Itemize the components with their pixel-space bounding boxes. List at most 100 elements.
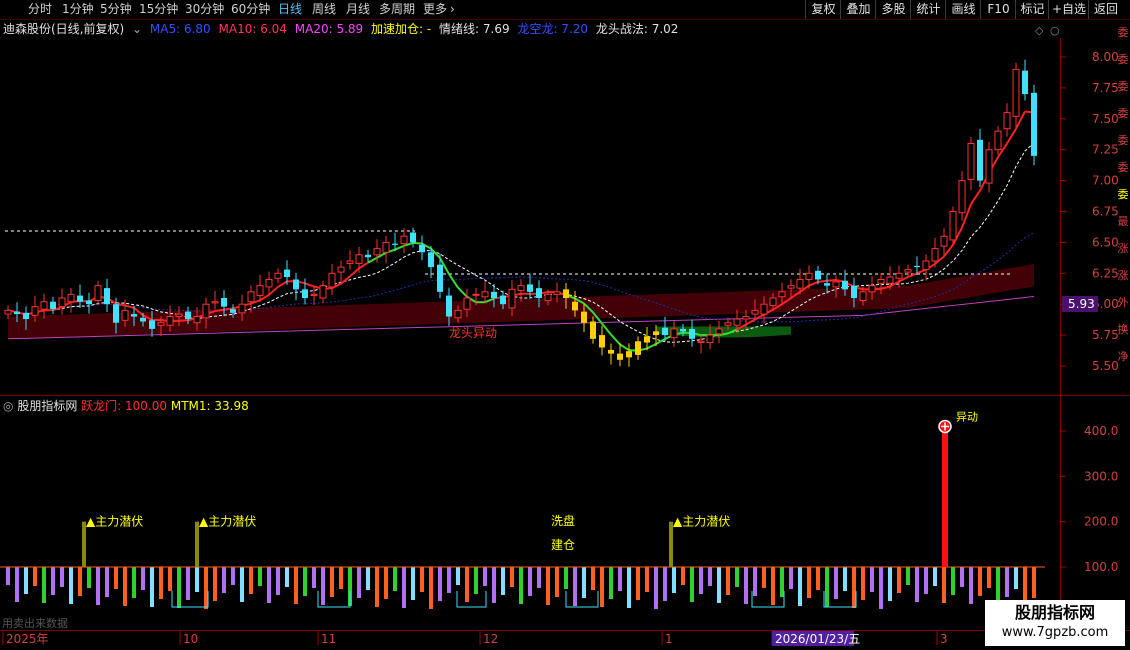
side-tab-char[interactable]: 换	[1116, 323, 1130, 336]
candle-body	[931, 248, 939, 262]
indicator-bar	[924, 567, 928, 594]
indicator-bar	[618, 567, 622, 591]
indicator-bar	[699, 567, 703, 594]
side-tab-char[interactable]: 最	[1116, 215, 1130, 228]
watermark-url: www.7gpzb.com	[1001, 625, 1109, 640]
price-tick-label: 6.50	[1092, 235, 1119, 249]
candle-body	[437, 264, 443, 292]
indicator-bar	[582, 567, 586, 598]
collapse-icon[interactable]: ⌄	[132, 22, 142, 36]
indicator-bar	[870, 567, 874, 592]
candle-body	[230, 309, 236, 313]
candle-body	[572, 301, 578, 311]
indicator-bar	[879, 567, 883, 609]
candle-body	[193, 316, 201, 324]
indicator-bar	[51, 567, 55, 595]
candle-body	[373, 248, 381, 256]
accel-value: 加速加仓: -	[371, 22, 432, 36]
price-tick-label: 6.25	[1092, 266, 1119, 280]
candle-body	[1022, 70, 1028, 95]
side-tab-char[interactable]: 委	[1116, 107, 1130, 120]
circle-icon[interactable]: ○	[1050, 24, 1060, 37]
candle-body	[400, 235, 408, 245]
ma5-segment	[916, 268, 927, 275]
kline-chart[interactable]: 8.007.757.507.257.006.756.506.256.005.75…	[0, 0, 1130, 650]
settings-circle-icon[interactable]: ◎	[3, 399, 13, 413]
indicator-bar	[249, 567, 253, 594]
indicator-bar	[861, 567, 865, 600]
indicator-bar	[1032, 567, 1036, 598]
ma5-segment	[754, 313, 765, 321]
candle-body	[680, 328, 686, 332]
indicator-title[interactable]: 股朋指标网	[17, 399, 77, 413]
price-tick-label: 5.50	[1092, 359, 1119, 373]
candle-body	[274, 272, 282, 279]
candle-body	[662, 327, 668, 336]
indicator-bar	[951, 567, 955, 595]
diamond-icon[interactable]: ◇	[1035, 24, 1044, 37]
side-tab-char[interactable]: 外	[1116, 296, 1130, 309]
ma5-segment	[970, 189, 981, 205]
side-tab-char[interactable]: 涨	[1116, 242, 1130, 255]
side-tab-char[interactable]: 委	[1116, 134, 1130, 147]
indicator-bar	[231, 567, 235, 585]
candle-body	[563, 289, 569, 299]
indicator-bar	[366, 567, 370, 590]
ma5-segment	[610, 333, 621, 346]
indicator-bar	[636, 567, 640, 600]
indicator-tick-label: 100.0	[1084, 560, 1118, 574]
candle-body	[355, 254, 363, 264]
indicator-bar	[258, 567, 262, 586]
candle-body	[419, 244, 425, 253]
indicator-bar	[204, 567, 208, 609]
candle-body	[140, 317, 146, 322]
indicator-bar	[681, 567, 685, 585]
stock-title: 迪森股份(日线,前复权)	[3, 22, 125, 36]
indicator-bar	[888, 567, 892, 601]
candle-body	[626, 351, 632, 358]
candle-body	[185, 311, 191, 320]
candle-body	[689, 328, 695, 339]
indicator-bar	[573, 567, 577, 606]
candle-body	[536, 288, 542, 299]
indicator-bar	[330, 567, 334, 597]
candle-body	[4, 309, 12, 315]
candle-body	[653, 331, 659, 336]
indicator-bar	[285, 567, 289, 587]
candle-body	[590, 321, 596, 339]
spike-label: 异动	[956, 410, 978, 423]
candle-body	[392, 243, 398, 245]
candle-body	[508, 288, 516, 309]
candle-body	[868, 285, 876, 293]
candle-body	[337, 266, 345, 273]
side-tab-char[interactable]: 委	[1116, 53, 1130, 66]
side-tab-char[interactable]: 净	[1116, 350, 1130, 363]
candle-body	[517, 285, 525, 292]
indicator-bar	[510, 567, 514, 587]
date-label: 12	[483, 632, 498, 646]
candle-body	[760, 303, 768, 315]
main-indicator-header: 迪森股份(日线,前复权) ⌄ MA5: 6.80 MA10: 6.04 MA20…	[0, 21, 682, 37]
candle-body	[724, 322, 732, 326]
candle-body	[994, 130, 1002, 151]
candle-body	[131, 314, 137, 317]
candle-body	[31, 306, 39, 316]
candle-body	[977, 139, 983, 181]
ma20-value: MA20: 5.89	[294, 22, 364, 36]
side-tab-char[interactable]: 涨	[1116, 269, 1130, 282]
indicator-bar	[762, 567, 766, 588]
current-price-label: 5.93	[1068, 297, 1095, 311]
main-price-axis: 8.007.757.507.257.006.756.506.256.005.75…	[1060, 50, 1119, 373]
price-tick-label: 7.25	[1092, 143, 1119, 157]
side-tab-char[interactable]: 委	[1116, 161, 1130, 174]
side-tab-char[interactable]: 委	[1116, 26, 1130, 39]
candle-body	[175, 313, 183, 318]
zhuli-label: ▲主力潜伏	[199, 515, 256, 529]
candle-body	[706, 334, 714, 344]
side-tab-char[interactable]: 委	[1116, 188, 1130, 201]
side-tab-char[interactable]: 委	[1116, 80, 1130, 93]
candle-body	[319, 285, 327, 299]
candle-body	[697, 340, 705, 344]
watermark: 股朋指标网 www.7gpzb.com	[985, 600, 1125, 646]
candle-body	[149, 320, 155, 329]
